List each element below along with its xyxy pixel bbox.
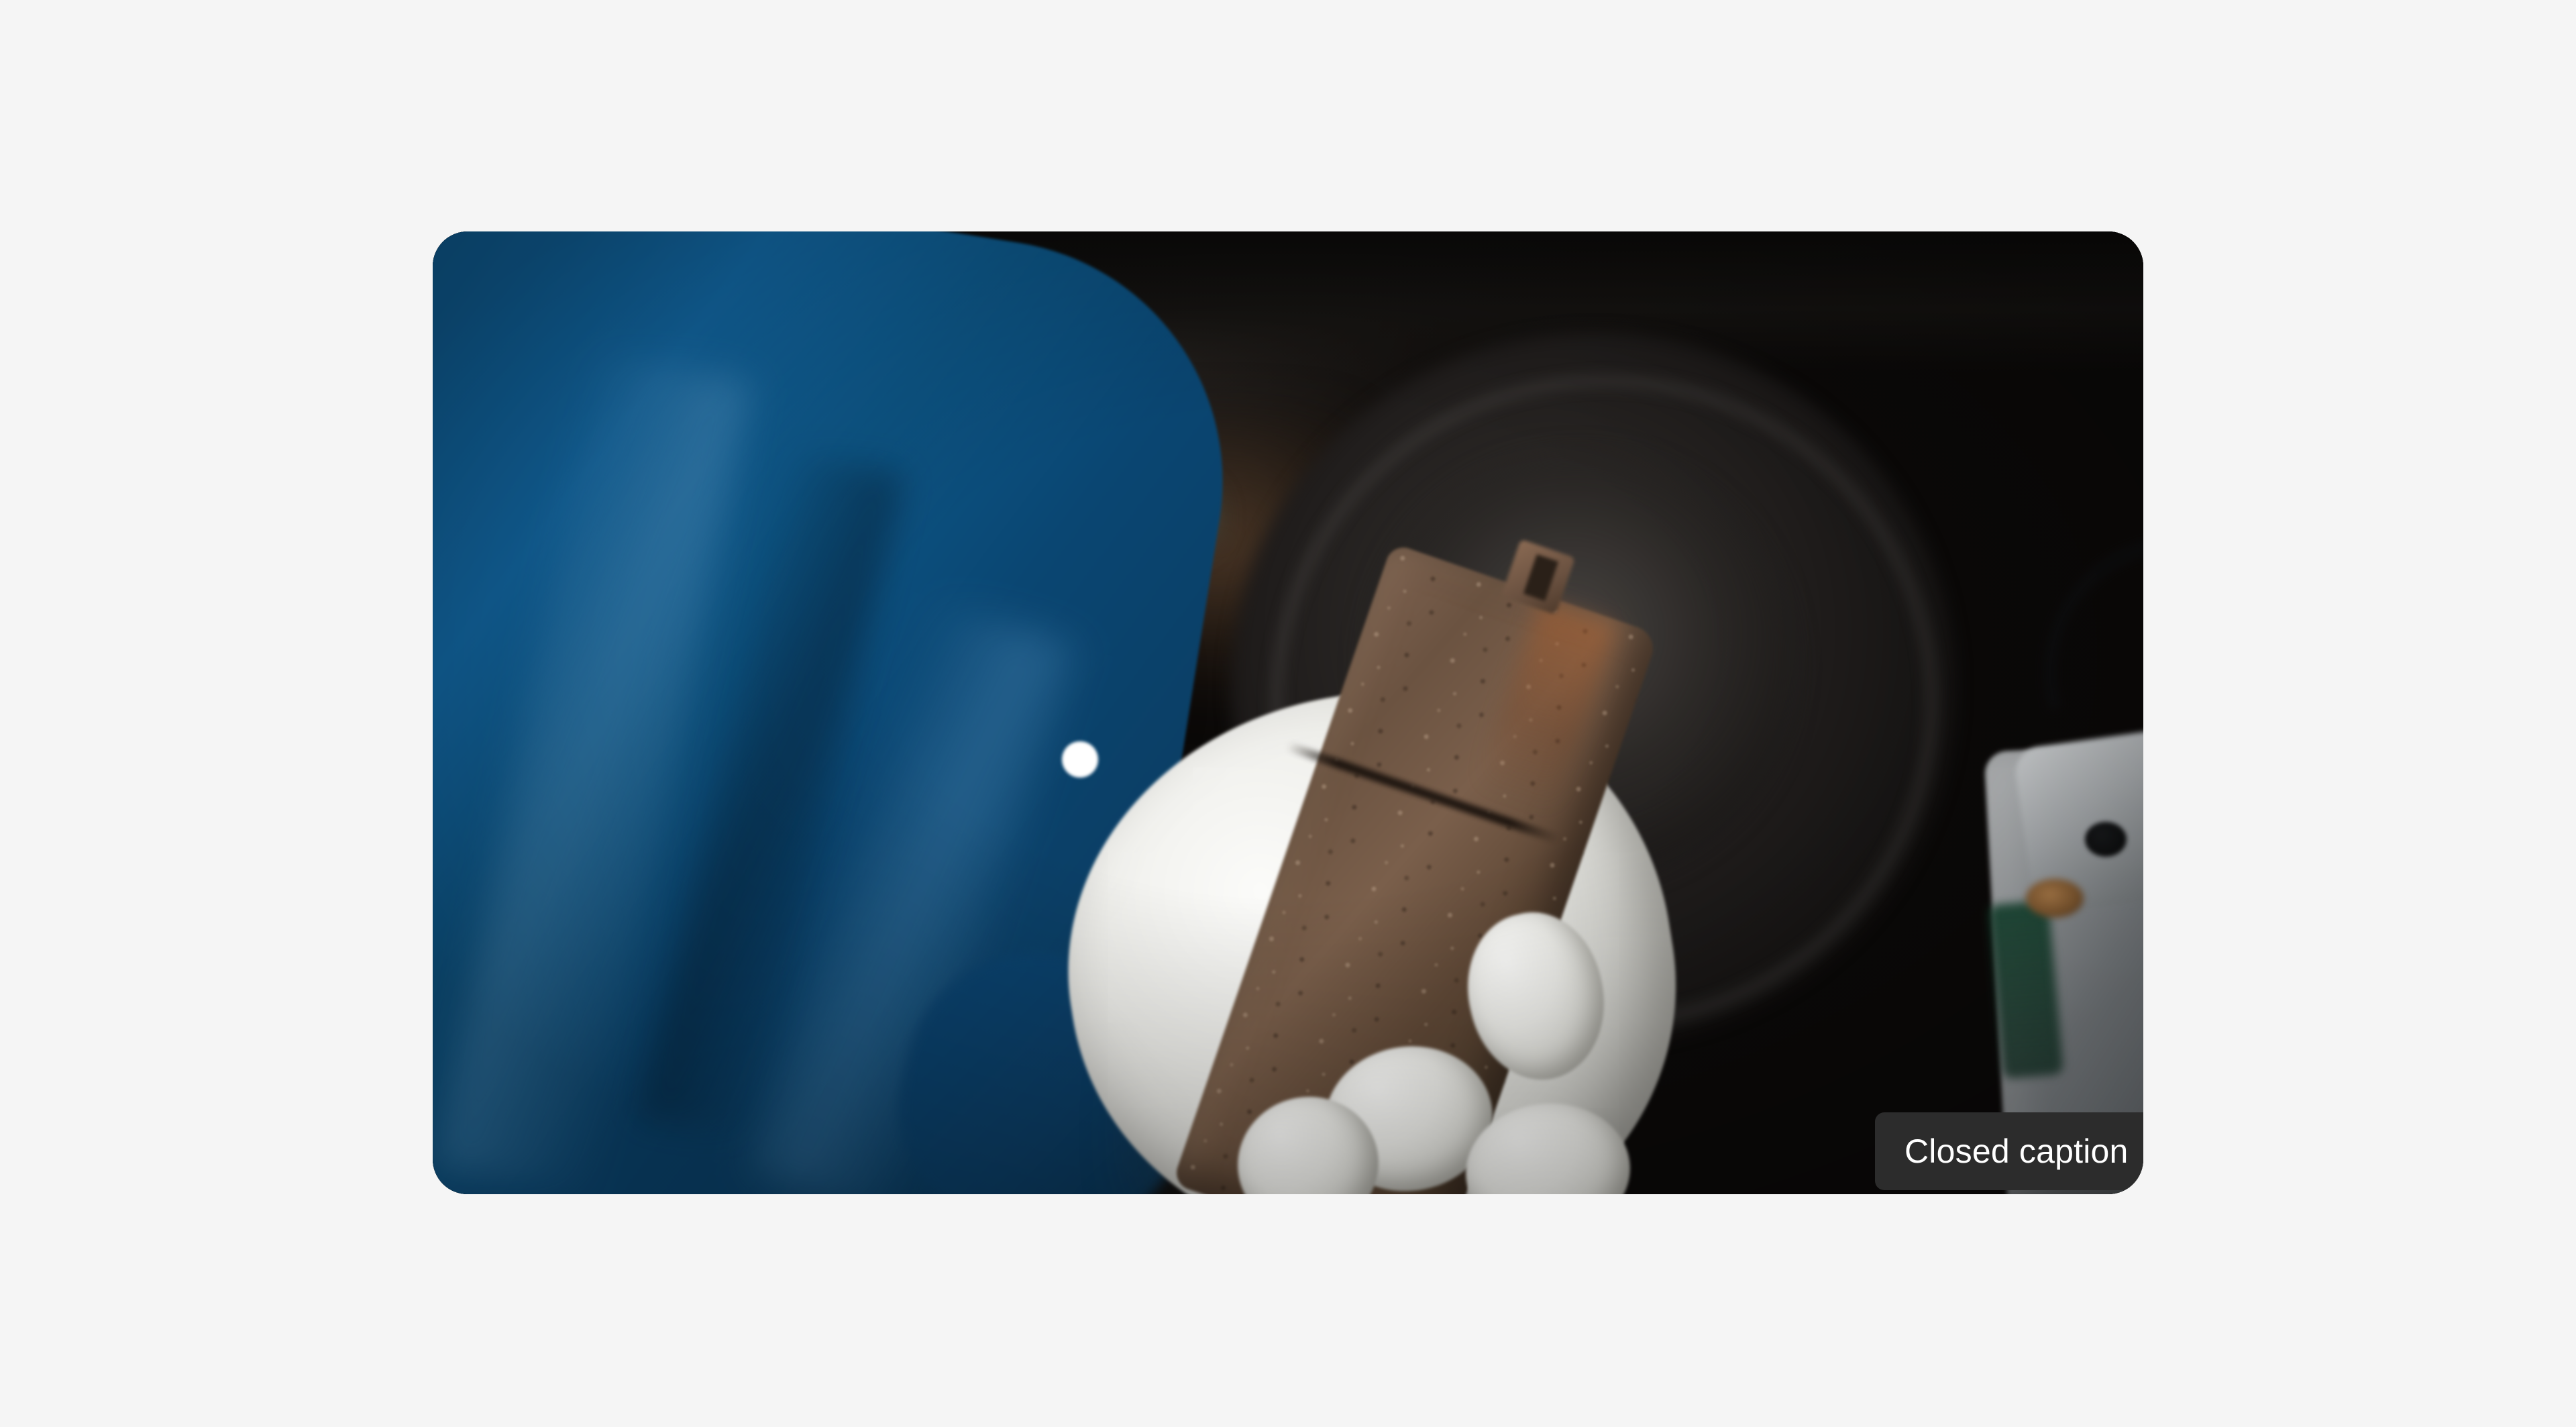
tooltip-label: Closed caption <box>1904 1132 2129 1170</box>
video-player[interactable]: Closed caption 0:15 1:00 <box>433 231 2143 1194</box>
glove-thumb <box>1062 741 1098 778</box>
closed-caption-tooltip: Closed caption <box>1875 1112 2143 1190</box>
video-poster-image <box>433 231 2143 1194</box>
page-root: Closed caption 0:15 1:00 <box>0 0 2576 1427</box>
brake-caliper-copper-fitting <box>2026 879 2084 918</box>
brake-caliper-bolt-dark <box>2085 822 2127 857</box>
